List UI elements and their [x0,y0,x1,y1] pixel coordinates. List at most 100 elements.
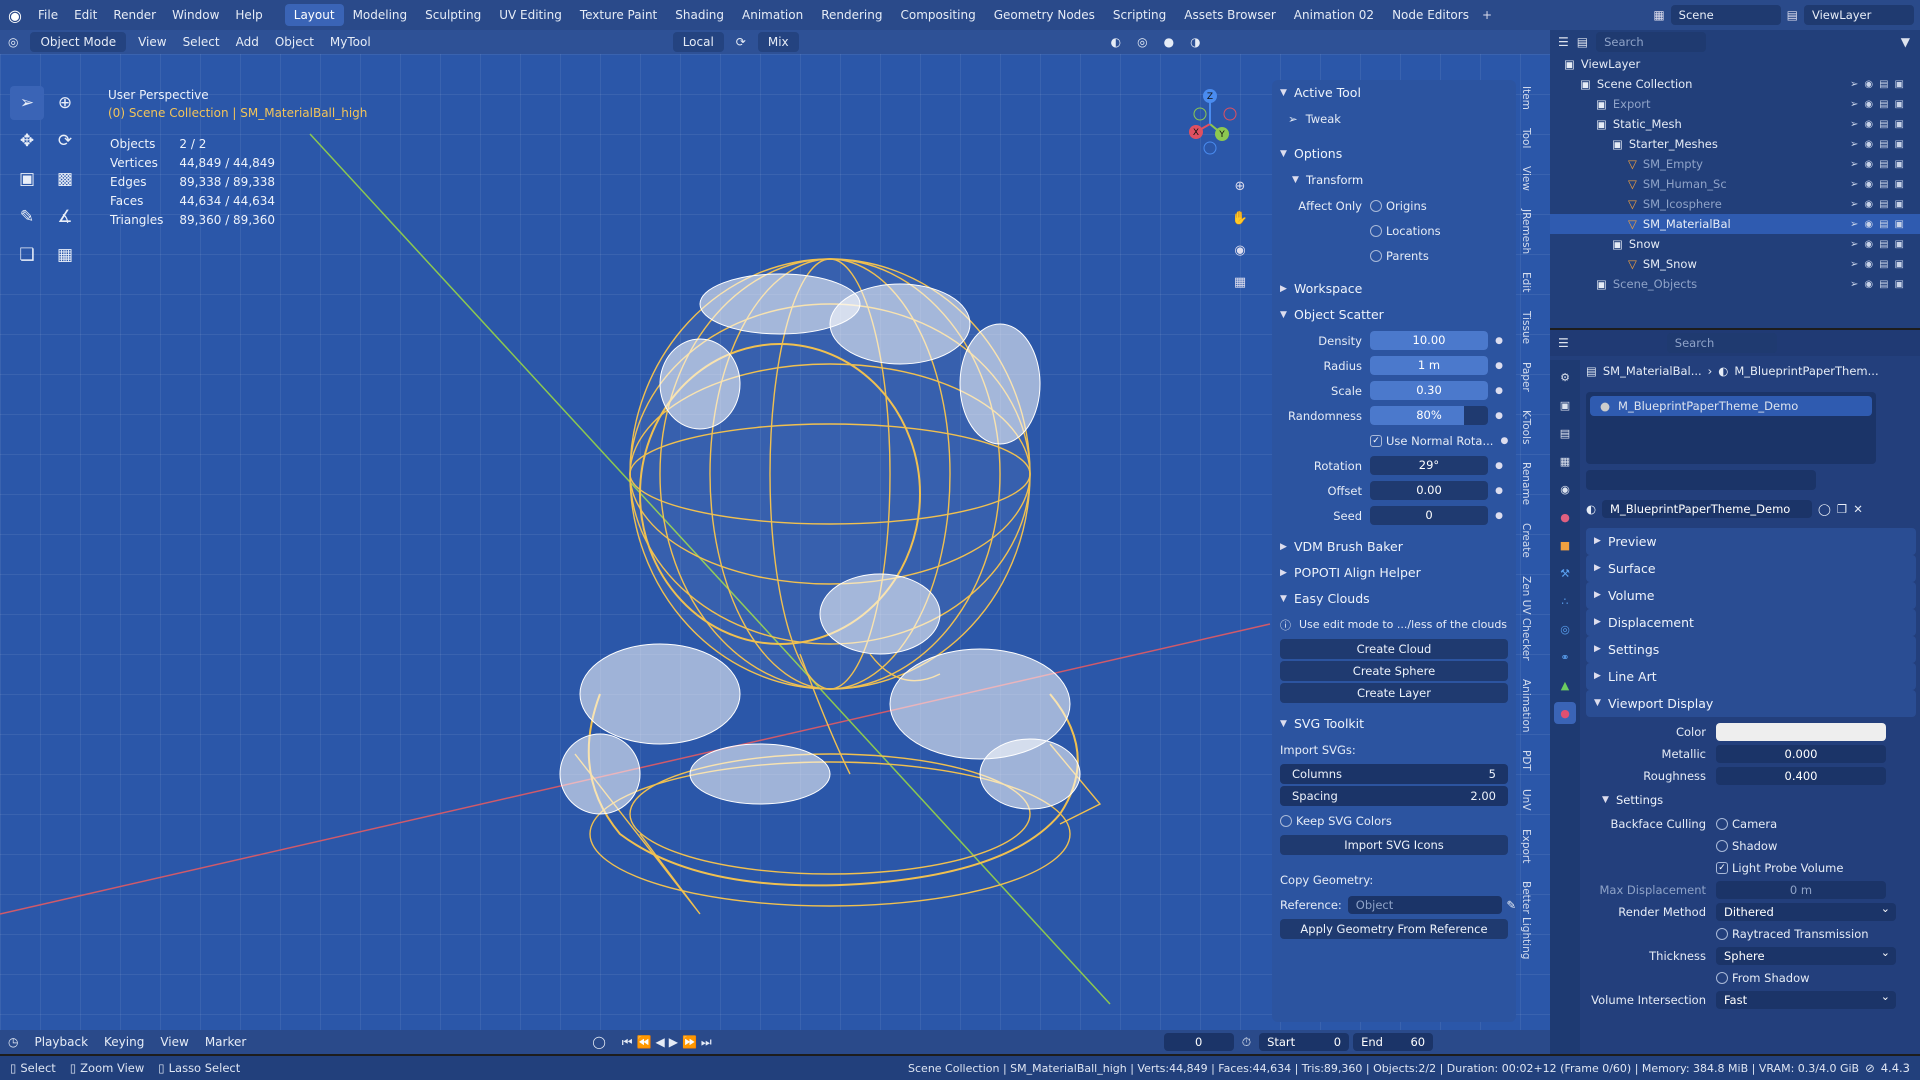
select-icon[interactable]: ➢ [1850,99,1858,110]
outliner-row[interactable]: ▣ Scene Collection ➢ ◉ ▤ ▣ [1550,74,1920,94]
unlink-icon[interactable]: ✕ [1853,502,1863,516]
light-probe-volume-checkbox[interactable]: ✓ [1716,862,1728,874]
start-frame-field[interactable]: Start 0 [1259,1033,1350,1051]
outliner-row[interactable]: ▣ Starter_Meshes ➢ ◉ ▤ ▣ [1550,134,1920,154]
tab-node-editors[interactable]: Node Editors [1383,4,1478,26]
surface-section-header[interactable]: ▶ Surface [1586,555,1916,582]
outliner-type-icon[interactable]: ☰ [1558,35,1569,49]
vdm-header[interactable]: ▶ VDM Brush Baker [1272,534,1516,560]
outliner-row[interactable]: ▽ SM_Empty ➢ ◉ ▤ ▣ [1550,154,1920,174]
keyframe-dot-icon[interactable]: ● [1494,386,1504,396]
render-icon[interactable]: ▣ [1895,119,1904,130]
render-icon[interactable]: ▣ [1895,199,1904,210]
keying-menu[interactable]: Keying [96,1032,152,1052]
raytraced-row[interactable]: Raytraced Transmission [1586,923,1916,945]
auto-key-icon[interactable]: ◯ [584,1032,613,1052]
transform-header[interactable]: ▼ Transform [1272,167,1516,193]
sidebar-tab-view[interactable]: View [1520,164,1532,193]
render-tab-icon[interactable]: ▣ [1554,394,1576,416]
tab-assets-browser[interactable]: Assets Browser [1175,4,1285,26]
viewport-icon[interactable]: ▤ [1879,119,1888,130]
display-mode-icon[interactable]: ▤ [1577,35,1588,49]
add-workspace-icon[interactable]: + [1478,4,1496,26]
tab-texture-paint[interactable]: Texture Paint [571,4,666,26]
blender-logo-icon[interactable]: ◉ [0,0,30,30]
select-icon[interactable]: ➢ [1850,199,1858,210]
scatter-scale-slider[interactable]: 0.30 [1370,381,1488,400]
create-cloud-button[interactable]: Create Cloud [1280,639,1508,659]
material-tab-icon[interactable]: ● [1554,702,1576,724]
pan-hand-icon[interactable]: ✋ [1228,206,1252,230]
sidebar-tab-item[interactable]: Item [1520,84,1532,112]
select-icon[interactable]: ➢ [1850,179,1858,190]
menu-window[interactable]: Window [164,0,227,30]
active-tool-header[interactable]: ▼ Active Tool [1272,80,1516,106]
add-cube-tool-icon[interactable]: ❏ [10,238,44,272]
spacing-field[interactable]: Spacing 2.00 [1280,786,1508,806]
easy-clouds-header[interactable]: ▼ Easy Clouds [1272,586,1516,612]
select-icon[interactable]: ➢ [1850,119,1858,130]
affect-locations[interactable]: Locations [1272,218,1516,243]
transform-tool-icon[interactable]: ▩ [48,162,82,196]
end-frame-field[interactable]: End 60 [1353,1033,1434,1051]
scene-tab-icon[interactable]: ◉ [1554,478,1576,500]
render-icon[interactable]: ▣ [1895,219,1904,230]
use-normal-row[interactable]: ✓ Use Normal Rota... ● [1272,428,1516,453]
keyframe-dot-icon[interactable]: ● [1494,361,1504,371]
sidebar-tab-create[interactable]: Create [1520,521,1532,560]
tweak-row[interactable]: ➢ Tweak [1272,106,1516,131]
select-icon[interactable]: ➢ [1850,239,1858,250]
eye-icon[interactable]: ◉ [1864,239,1873,250]
viewport-icon[interactable]: ▤ [1879,239,1888,250]
select-icon[interactable]: ➢ [1850,79,1858,90]
backface-camera-row[interactable]: Backface Culling Camera [1586,813,1916,835]
editor-type-icon[interactable]: ◎ [0,32,26,52]
select-box-tool-icon[interactable]: ➢ [10,86,44,120]
backface-shadow-row[interactable]: Shadow [1586,835,1916,857]
tab-animation-02[interactable]: Animation 02 [1285,4,1383,26]
keyframe-dot-icon[interactable]: ● [1494,336,1504,346]
reference-input[interactable]: Object [1347,895,1503,914]
mytool-menu[interactable]: MyTool [322,32,379,52]
keyframe-dot-icon[interactable]: ● [1494,461,1504,471]
scatter-tool-icon[interactable]: ▦ [48,238,82,272]
max-displacement-field[interactable]: 0 m [1716,881,1886,899]
settings-section-header[interactable]: ▶ Settings [1586,636,1916,663]
object-menu[interactable]: Object [267,32,322,52]
outliner-row[interactable]: ▣ Static_Mesh ➢ ◉ ▤ ▣ [1550,114,1920,134]
viewlayer-selector[interactable]: ViewLayer [1804,5,1914,25]
stopwatch-icon[interactable]: ⏱ [1234,1032,1259,1052]
overlay-icon[interactable]: ◐ [1103,32,1129,52]
timeline-editor-icon[interactable]: ◷ [0,1032,26,1052]
navigation-gizmo[interactable]: Y X Z [1170,84,1250,164]
eye-icon[interactable]: ◉ [1864,79,1873,90]
data-tab-icon[interactable]: ▲ [1554,674,1576,696]
settings-subheader[interactable]: ▼ Settings [1586,787,1916,813]
scene-icon[interactable]: ▦ [1653,8,1664,22]
from-shadow-row[interactable]: From Shadow [1586,967,1916,989]
eye-icon[interactable]: ◉ [1864,139,1873,150]
locations-radio[interactable] [1370,224,1382,237]
playback-controls-icon[interactable]: ⏮⏪◀▶⏩⏭ [614,1032,724,1052]
eye-icon[interactable]: ◉ [1864,99,1873,110]
physics-tab-icon[interactable]: ◎ [1554,618,1576,640]
svg-toolkit-header[interactable]: ▼ SVG Toolkit [1272,711,1516,737]
cursor-tool-icon[interactable]: ⊕ [48,86,82,120]
select-icon[interactable]: ➢ [1850,159,1858,170]
tab-scripting[interactable]: Scripting [1104,4,1175,26]
volume-intersection-dropdown[interactable]: Fast [1716,988,1896,1009]
object-scatter-header[interactable]: ▼ Object Scatter [1272,302,1516,328]
viewport-icon[interactable]: ▤ [1879,219,1888,230]
sidebar-tab-animation[interactable]: Animation [1520,677,1532,735]
scene-selector[interactable]: Scene [1670,5,1781,25]
select-icon[interactable]: ➢ [1850,279,1858,290]
orientation-selector[interactable]: Local [672,32,724,52]
material-slot-item[interactable]: ● M_BlueprintPaperTheme_Demo [1590,396,1872,416]
filter-icon[interactable]: ▼ [1901,35,1910,49]
create-sphere-button[interactable]: Create Sphere [1280,661,1508,681]
shadow-checkbox[interactable] [1716,840,1728,852]
viewport-icon[interactable]: ▤ [1879,179,1888,190]
render-icon[interactable]: ▣ [1895,179,1904,190]
menu-render[interactable]: Render [105,0,164,30]
sidebar-tab-zen-uv-checker[interactable]: Zen UV Checker [1520,574,1532,663]
